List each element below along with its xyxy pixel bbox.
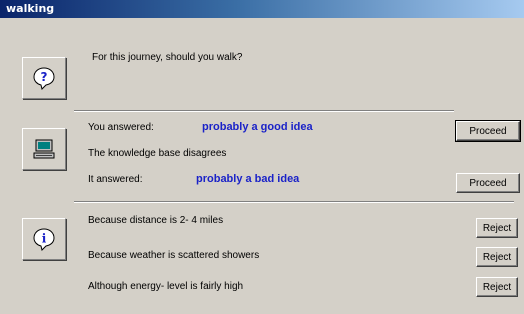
disagree-text: The knowledge base disagrees (88, 148, 227, 159)
info-icon: i (33, 228, 55, 251)
it-answered-label: It answered: (88, 174, 143, 185)
proceed-button-it[interactable]: Proceed (456, 173, 520, 193)
computer-icon (33, 139, 55, 159)
dialog-window: walking ? For this journey, should you w… (0, 0, 524, 314)
reason-item-2: Because weather is scattered showers (88, 250, 260, 261)
computer-icon-box (22, 128, 66, 170)
question-icon-box: ? (22, 57, 66, 99)
separator-bottom (74, 201, 514, 203)
question-text: For this journey, should you walk? (92, 52, 243, 63)
you-answered-value: probably a good idea (202, 121, 313, 133)
separator-top (74, 110, 454, 112)
question-icon: ? (33, 67, 55, 90)
proceed-button-you[interactable]: Proceed (455, 120, 521, 142)
reason-item-1: Because distance is 2- 4 miles (88, 215, 224, 226)
reject-button-2[interactable]: Reject (476, 247, 518, 267)
svg-text:i: i (42, 232, 47, 246)
reason-item-3: Although energy- level is fairly high (88, 281, 244, 292)
reject-button-3[interactable]: Reject (476, 277, 518, 297)
you-answered-label: You answered: (88, 122, 154, 133)
title-bar[interactable]: walking (0, 0, 524, 18)
reject-button-1[interactable]: Reject (476, 218, 518, 238)
svg-text:?: ? (41, 70, 48, 84)
info-icon-box: i (22, 218, 66, 260)
window-title: walking (6, 2, 55, 15)
it-answered-value: probably a bad idea (196, 173, 300, 185)
